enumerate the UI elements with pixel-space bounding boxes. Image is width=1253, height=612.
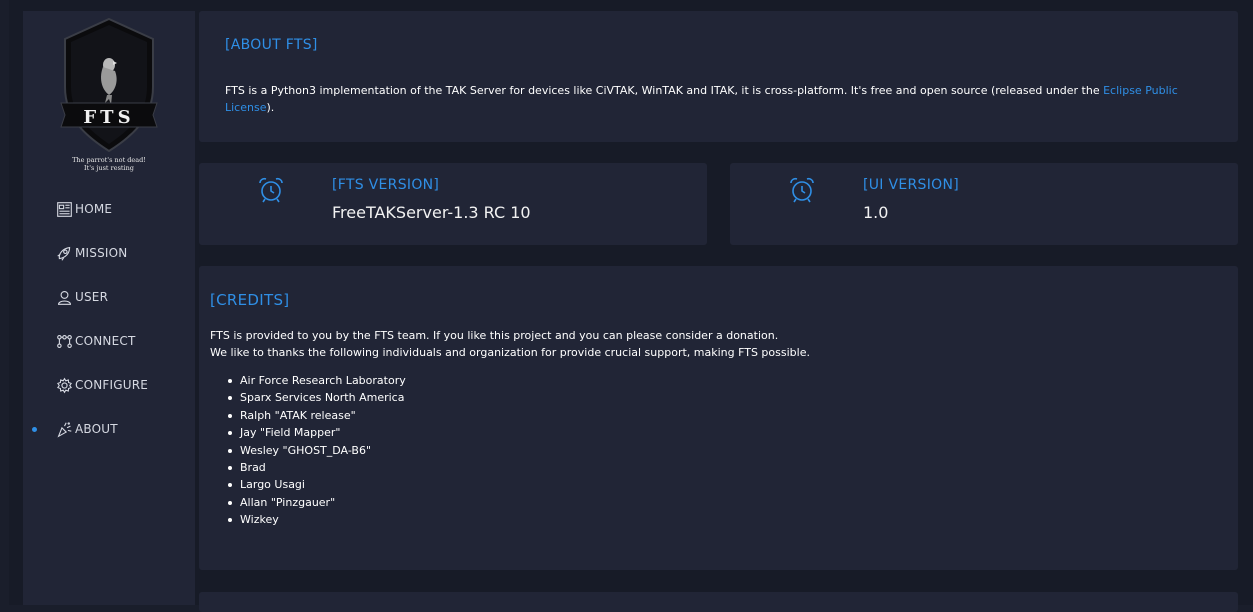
sidebar-item-connect[interactable]: CONNECT xyxy=(23,319,195,363)
sidebar-item-about[interactable]: ABOUT xyxy=(23,407,195,451)
sidebar: FTS The parrot's not dead! It's just res… xyxy=(23,11,195,605)
fts-logo: FTS xyxy=(57,15,161,155)
next-card xyxy=(199,592,1238,612)
sidebar-nav: HOME MISSION USER CONNECT CONFIGURE ABOU… xyxy=(23,187,195,451)
list-item: Jay "Field Mapper" xyxy=(228,424,406,441)
tagline-line-1: The parrot's not dead! xyxy=(72,156,146,164)
ui-version-value: 1.0 xyxy=(863,203,889,222)
credits-intro: FTS is provided to you by the FTS team. … xyxy=(210,309,1210,361)
logo-text: FTS xyxy=(83,107,134,128)
credits-intro-line-1: FTS is provided to you by the FTS team. … xyxy=(210,329,779,342)
alarm-clock-icon xyxy=(256,175,286,205)
credits-card: [CREDITS] FTS is provided to you by the … xyxy=(199,266,1238,570)
list-item: Largo Usagi xyxy=(228,476,406,493)
fts-version-title: [FTS VERSION] xyxy=(332,177,440,193)
sidebar-item-home[interactable]: HOME xyxy=(23,187,195,231)
list-item: Wizkey xyxy=(228,511,406,528)
list-item: Brad xyxy=(228,459,406,476)
sidebar-item-mission[interactable]: MISSION xyxy=(23,231,195,275)
mission-icon xyxy=(54,243,74,263)
list-item: Wesley "GHOST_DA-B6" xyxy=(228,442,406,459)
fts-version-value: FreeTAKServer-1.3 RC 10 xyxy=(332,203,531,222)
sidebar-item-user[interactable]: USER xyxy=(23,275,195,319)
about-text-start: FTS is a Python3 implementation of the T… xyxy=(225,84,1104,97)
credits-title: [CREDITS] xyxy=(210,291,290,309)
gear-icon xyxy=(54,375,74,395)
about-card: [ABOUT FTS] FTS is a Python3 implementat… xyxy=(199,11,1238,142)
list-item: Ralph "ATAK release" xyxy=(228,407,406,424)
sidebar-item-label: MISSION xyxy=(75,246,128,260)
ui-version-card: [UI VERSION] 1.0 xyxy=(730,163,1238,245)
sidebar-item-label: USER xyxy=(75,290,109,304)
sidebar-item-label: ABOUT xyxy=(75,422,118,436)
list-item: Sparx Services North America xyxy=(228,389,406,406)
about-text-end: ). xyxy=(266,101,275,114)
credits-intro-line-2: We like to thanks the following individu… xyxy=(210,346,810,359)
alarm-clock-icon xyxy=(787,175,817,205)
about-text: FTS is a Python3 implementation of the T… xyxy=(225,82,1215,116)
credits-list: Air Force Research Laboratory Sparx Serv… xyxy=(210,372,406,529)
user-icon xyxy=(54,287,74,307)
sidebar-item-configure[interactable]: CONFIGURE xyxy=(23,363,195,407)
sidebar-item-label: CONFIGURE xyxy=(75,378,149,392)
list-item: Allan "Pinzgauer" xyxy=(228,494,406,511)
list-item: Air Force Research Laboratory xyxy=(228,372,406,389)
sidebar-item-label: HOME xyxy=(75,202,113,216)
home-icon xyxy=(54,199,74,219)
tagline: The parrot's not dead! It's just resting xyxy=(23,156,195,172)
active-indicator xyxy=(32,426,37,432)
about-icon xyxy=(54,419,74,439)
ui-version-title: [UI VERSION] xyxy=(863,177,960,193)
about-title: [ABOUT FTS] xyxy=(225,37,318,53)
sidebar-item-label: CONNECT xyxy=(75,334,136,348)
tagline-line-2: It's just resting xyxy=(84,164,134,172)
connect-icon xyxy=(54,331,74,351)
fts-version-card: [FTS VERSION] FreeTAKServer-1.3 RC 10 xyxy=(199,163,707,245)
